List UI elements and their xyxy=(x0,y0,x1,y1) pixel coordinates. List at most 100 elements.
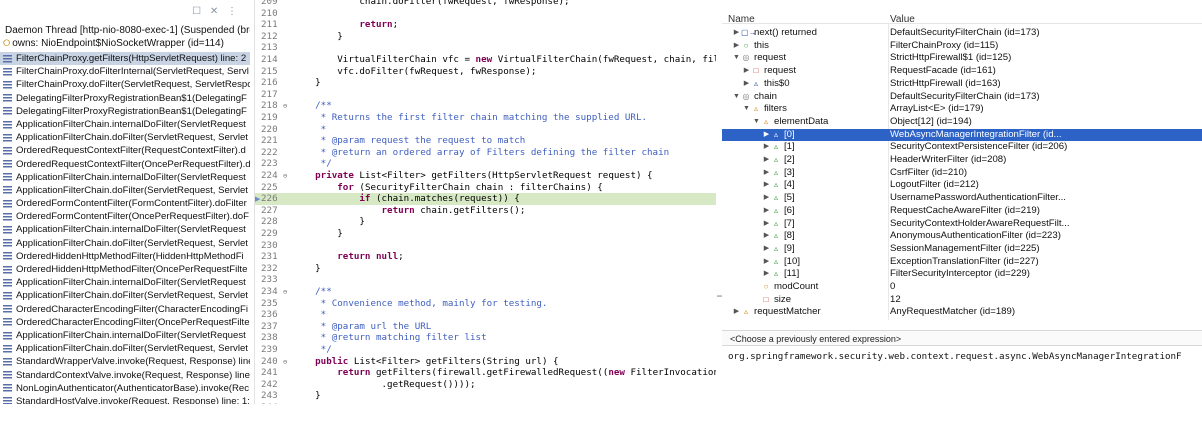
code-line[interactable]: 233 xyxy=(255,274,716,286)
expand-arrow-icon[interactable]: ▶ xyxy=(762,268,771,281)
line-number[interactable]: 224 xyxy=(255,170,283,182)
expand-arrow-icon[interactable]: ▶ xyxy=(762,205,771,218)
code-line[interactable]: 232 } xyxy=(255,263,716,275)
stack-frame[interactable]: ApplicationFilterChain.internalDoFilter(… xyxy=(0,223,250,236)
line-number[interactable]: 216 xyxy=(255,77,283,89)
expand-arrow-icon[interactable]: ▶ xyxy=(762,179,771,192)
code-line[interactable]: 223 */ xyxy=(255,158,716,170)
stack-frame[interactable]: ApplicationFilterChain.doFilter(ServletR… xyxy=(0,237,250,250)
expand-arrow-icon[interactable]: ▶ xyxy=(762,154,771,167)
line-number[interactable]: 219 xyxy=(255,112,283,124)
variable-row[interactable]: ▶ ▢→ next() returned DefaultSecurityFilterC… xyxy=(722,27,1202,40)
code-line[interactable]: 222 * @return an ordered array of Filter… xyxy=(255,147,716,159)
code-line[interactable]: 213 xyxy=(255,42,716,54)
expand-arrow-icon[interactable]: ▶ xyxy=(762,243,771,256)
line-number[interactable]: 243 xyxy=(255,390,283,402)
code-editor[interactable]: 209 chain.doFilter(fwRequest, fwResponse… xyxy=(254,0,716,404)
line-number[interactable]: 228 xyxy=(255,216,283,228)
collapse-arrow-icon[interactable]: ▼ xyxy=(732,52,741,65)
line-number[interactable]: 211 xyxy=(255,19,283,31)
line-number[interactable]: 232 xyxy=(255,263,283,275)
variable-row[interactable]: ▶ ▵ [0] WebAsyncManagerIntegrationFilter (i… xyxy=(722,128,1202,142)
stack-frame[interactable]: OrderedRequestContextFilter(OncePerReque… xyxy=(0,158,250,171)
line-number[interactable]: 223 xyxy=(255,158,283,170)
code-line[interactable]: 220 * xyxy=(255,124,716,136)
code-line[interactable]: 243 } xyxy=(255,390,716,402)
variable-row[interactable]: ▶ □ request RequestFacade (id=161) xyxy=(722,65,1202,78)
code-line[interactable]: 225 for (SecurityFilterChain chain : fil… xyxy=(255,182,716,194)
expand-arrow-icon[interactable]: ▶ xyxy=(742,78,751,91)
line-number[interactable]: 218 xyxy=(255,100,283,112)
variable-row[interactable]: ▶ ▵ [2] HeaderWriterFilter (id=208) xyxy=(722,154,1202,167)
line-number[interactable]: 233 xyxy=(255,274,283,286)
variable-row[interactable]: ▶ ▵ requestMatcher AnyRequestMatcher (id=18… xyxy=(722,306,1202,319)
line-number[interactable]: 214 xyxy=(255,54,283,66)
stack-frame[interactable]: FilterChainProxy.doFilterInternal(Servle… xyxy=(0,65,250,78)
stack-frame[interactable]: OrderedHiddenHttpMethodFilter(OncePerReq… xyxy=(0,263,250,276)
variable-row[interactable]: ▶ ▵ [10] ExceptionTranslationFilter (id=227… xyxy=(722,256,1202,269)
line-number[interactable]: 210 xyxy=(255,8,283,20)
code-line[interactable]: 218 ⊖ /** xyxy=(255,100,716,112)
monitor-owns-item[interactable]: ⭘ owns: NioEndpoint$NioSocketWrapper (id=… xyxy=(0,37,250,50)
variable-row[interactable]: ▶ ▵ [7] SecurityContextHolderAwareRequestFi… xyxy=(722,218,1202,231)
variable-row[interactable]: ▶ ▵ [6] RequestCacheAwareFilter (id=219) xyxy=(722,205,1202,218)
line-number[interactable]: 225 xyxy=(255,182,283,194)
variable-row[interactable]: ▼ ▵ elementData Object[12] (id=194) xyxy=(722,116,1202,129)
expand-arrow-icon[interactable]: ▶ xyxy=(742,65,751,78)
line-number[interactable]: 217 xyxy=(255,89,283,101)
stack-frame[interactable]: ApplicationFilterChain.doFilter(ServletR… xyxy=(0,184,250,197)
code-line[interactable]: 236 * xyxy=(255,309,716,321)
stack-frame[interactable]: StandardWrapperValve.invoke(Request, Res… xyxy=(0,355,250,368)
line-number[interactable]: 242 xyxy=(255,379,283,391)
variable-row[interactable]: ▶ ▵ [8] AnonymousAuthenticationFilter (id=2… xyxy=(722,230,1202,243)
line-number[interactable]: 229 xyxy=(255,228,283,240)
debug-toolbar-icons[interactable]: ☐ ✕ ⋮ xyxy=(192,6,240,17)
code-line[interactable]: 224 ⊖ private List<Filter> getFilters(Htt… xyxy=(255,170,716,182)
line-number[interactable]: 234 xyxy=(255,286,283,298)
code-line[interactable]: 244 xyxy=(255,402,716,404)
line-number[interactable]: 221 xyxy=(255,135,283,147)
variable-row[interactable]: ▼ ▵ filters ArrayList<E> (id=179) xyxy=(722,103,1202,116)
line-number[interactable]: 230 xyxy=(255,240,283,252)
variable-row[interactable]: ▶ ▵ [3] CsrfFilter (id=210) xyxy=(722,167,1202,180)
code-line[interactable]: 239 */ xyxy=(255,344,716,356)
code-line[interactable]: 235 * Convenience method, mainly for tes… xyxy=(255,298,716,310)
line-number[interactable]: 237 xyxy=(255,321,283,333)
stack-frame[interactable]: ApplicationFilterChain.internalDoFilter(… xyxy=(0,171,250,184)
line-number[interactable]: 213 xyxy=(255,42,283,54)
variable-row[interactable]: ▶ ▵ [9] SessionManagementFilter (id=225) xyxy=(722,243,1202,256)
variable-row[interactable]: ▶ ○ this FilterChainProxy (id=115) xyxy=(722,40,1202,53)
stack-frame[interactable]: OrderedHiddenHttpMethodFilter(HiddenHttp… xyxy=(0,250,250,263)
code-line[interactable]: 216 } xyxy=(255,77,716,89)
code-line[interactable]: 241 return getFilters(firewall.getFirewa… xyxy=(255,367,716,379)
variable-row[interactable]: ▼ ◎ request StrictHttpFirewall$1 (id=125) xyxy=(722,52,1202,65)
line-number[interactable]: 241 xyxy=(255,367,283,379)
expression-input[interactable]: <Choose a previously entered expression> xyxy=(722,330,1202,346)
expand-arrow-icon[interactable]: ▶ xyxy=(762,230,771,243)
variable-row[interactable]: ▼ ◎ chain DefaultSecurityFilterChain (id=17… xyxy=(722,91,1202,104)
expand-arrow-icon[interactable]: ▶ xyxy=(762,256,771,269)
code-line[interactable]: 231 return null; xyxy=(255,251,716,263)
stack-frame[interactable]: NonLoginAuthenticator(AuthenticatorBase)… xyxy=(0,382,250,395)
line-number[interactable]: 239 xyxy=(255,344,283,356)
line-number[interactable]: 227 xyxy=(255,205,283,217)
variable-row[interactable]: ▶ ▵ [11] FilterSecurityInterceptor (id=229) xyxy=(722,268,1202,281)
line-number[interactable]: 215 xyxy=(255,66,283,78)
stack-frame[interactable]: ApplicationFilterChain.internalDoFilter(… xyxy=(0,329,250,342)
collapse-arrow-icon[interactable]: ▼ xyxy=(752,116,761,129)
stack-frame[interactable]: ApplicationFilterChain.internalDoFilter(… xyxy=(0,118,250,131)
code-line[interactable]: 215 vfc.doFilter(fwRequest, fwResponse); xyxy=(255,66,716,78)
expand-arrow-icon[interactable]: ▶ xyxy=(762,218,771,231)
expand-arrow-icon[interactable]: ▶ xyxy=(762,129,771,142)
line-number[interactable]: 244 xyxy=(255,402,283,404)
line-number[interactable]: 235 xyxy=(255,298,283,310)
code-line[interactable]: 230 xyxy=(255,240,716,252)
variable-row[interactable]: ○ modCount 0 xyxy=(722,281,1202,294)
expand-arrow-icon[interactable]: ▶ xyxy=(732,27,741,40)
expand-arrow-icon[interactable]: ▶ xyxy=(732,306,741,319)
line-number[interactable]: 212 xyxy=(255,31,283,43)
variable-row[interactable]: ▶ ▵ this$0 StrictHttpFirewall (id=163) xyxy=(722,78,1202,91)
thread-item[interactable]: Daemon Thread [http-nio-8080-exec-1] (Su… xyxy=(0,24,250,37)
stack-frame[interactable]: OrderedCharacterEncodingFilter(Character… xyxy=(0,303,250,316)
code-line[interactable]: 229 } xyxy=(255,228,716,240)
